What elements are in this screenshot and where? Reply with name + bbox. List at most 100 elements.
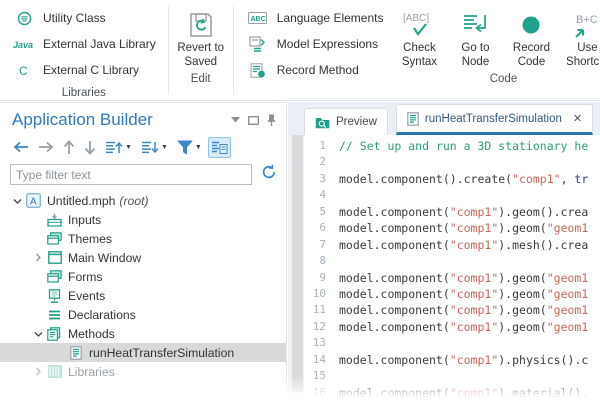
- arrow-down-button[interactable]: [81, 137, 99, 158]
- code-line: 8: [304, 253, 600, 269]
- tree-item-label: Untitled.mph: [47, 194, 115, 208]
- line-number: 6: [304, 220, 326, 236]
- line-number: 15: [304, 368, 326, 384]
- code-line: 3model.component().create("comp1", tr: [304, 171, 600, 187]
- chevron-expanded-icon[interactable]: [10, 197, 24, 205]
- button-label: Utility Class: [43, 11, 106, 25]
- button-label: Record Code: [503, 42, 559, 69]
- line-number: 5: [304, 204, 326, 220]
- tree-item-runheattransfersimulation[interactable]: runHeatTransferSimulation: [0, 343, 286, 362]
- button-label: External Java Library: [43, 37, 156, 51]
- check-syntax-button[interactable]: [ABC]Check Syntax: [391, 5, 447, 69]
- float-window-icon[interactable]: [248, 116, 259, 125]
- chevron-collapsed-icon[interactable]: [31, 367, 45, 376]
- go-to-node-button[interactable]: Go to Node: [447, 5, 503, 69]
- filter-input[interactable]: [10, 164, 252, 185]
- svg-text:Java: Java: [13, 40, 33, 50]
- tree-item-libraries[interactable]: Libraries: [0, 362, 286, 381]
- edit-group-label: Edit: [191, 73, 211, 85]
- methods-icon: [47, 327, 62, 341]
- line-number: 4: [304, 187, 326, 203]
- chevron-collapsed-icon[interactable]: [31, 253, 45, 262]
- tree-item-untitled-mph[interactable]: A Untitled.mph (root): [0, 191, 286, 210]
- record-code-button[interactable]: Record Code: [503, 5, 559, 69]
- code-token: model.component(: [339, 286, 450, 302]
- button-label: Language Elements: [277, 11, 384, 25]
- code-line: 4: [304, 187, 600, 203]
- content: Application Builder ▼▼▼ AUntitled.mph(ro…: [0, 102, 600, 400]
- editor-tab-bar: Preview runHeatTransferSimulation✕: [288, 102, 600, 135]
- close-icon[interactable]: ✕: [573, 112, 582, 125]
- method-doc-icon: [407, 112, 419, 126]
- button-label: Record Method: [277, 63, 359, 77]
- code-token: "comp1": [450, 319, 498, 335]
- record-method-button[interactable]: Record Method: [238, 57, 392, 83]
- chevron-expanded-icon[interactable]: [31, 330, 45, 338]
- code-token: model.component(: [339, 220, 450, 236]
- collapse-up-button[interactable]: ▼: [102, 137, 135, 158]
- language-elements-button[interactable]: ABCLanguage Elements: [238, 5, 392, 31]
- dropdown-caret-icon[interactable]: ▼: [161, 144, 168, 151]
- editor-scrollbar[interactable]: [288, 135, 304, 400]
- code-token: ).mesh().crea: [498, 237, 588, 253]
- tree-item-forms[interactable]: Forms: [0, 267, 286, 286]
- arrow-up-icon: [63, 140, 75, 155]
- java-icon: Java: [13, 38, 35, 50]
- model-expressions-button[interactable]: Model Expressions: [238, 31, 392, 57]
- panel-toolbar: ▼ ▼ ▼: [0, 131, 286, 161]
- code-token: ).material().: [498, 385, 588, 400]
- external-c-library-button[interactable]: CExternal C Library: [4, 57, 164, 83]
- filter-button[interactable]: ▼: [174, 137, 205, 158]
- method-doc-icon: [70, 346, 82, 360]
- tree-item-main-window[interactable]: Main Window: [0, 248, 286, 267]
- show-all-button[interactable]: [208, 137, 231, 158]
- tree-item-label: Inputs: [68, 213, 101, 227]
- filter-icon: [177, 140, 193, 155]
- arrow-up-button[interactable]: [60, 137, 78, 158]
- tree-item-events[interactable]: Events: [0, 286, 286, 305]
- utility-class-button[interactable]: Utility Class: [4, 5, 164, 31]
- tree-item-themes[interactable]: Themes: [0, 229, 286, 248]
- code-token: ).geom(: [498, 319, 546, 335]
- tree-item-label: Forms: [68, 270, 103, 284]
- button-label: Go to Node: [447, 42, 503, 69]
- dropdown-caret-icon[interactable]: ▼: [195, 144, 202, 151]
- line-number: 2: [304, 154, 326, 170]
- tab-runheattransfersimulation[interactable]: runHeatTransferSimulation✕: [396, 104, 593, 135]
- refresh-icon[interactable]: [261, 164, 277, 180]
- code-token: "geom1: [547, 319, 589, 335]
- line-number: 3: [304, 171, 326, 187]
- expand-down-button[interactable]: ▼: [138, 137, 171, 158]
- code-token: model.component(: [339, 385, 450, 400]
- tree-item-declarations[interactable]: Declarations: [0, 305, 286, 324]
- app-root-icon: A: [26, 193, 41, 208]
- tree-item-methods[interactable]: Methods: [0, 324, 286, 343]
- arrow-right-button[interactable]: [35, 138, 57, 156]
- code-token: model.component(: [339, 270, 450, 286]
- arrow-left-button[interactable]: [10, 138, 32, 156]
- editor-scrollbar-thumb[interactable]: [292, 135, 303, 392]
- tree-item-label: Main Window: [68, 251, 141, 265]
- dropdown-caret-icon[interactable]: ▼: [125, 144, 132, 151]
- code-token: ).geom().crea: [498, 204, 588, 220]
- tree-item-inputs[interactable]: Inputs: [0, 210, 286, 229]
- button-label: Revert to Saved: [173, 42, 229, 69]
- code-token: ).geom(: [498, 220, 546, 236]
- check-syntax-icon: [ABC]: [401, 11, 437, 39]
- code-token: ).geom(: [498, 302, 546, 318]
- pin-icon[interactable]: [267, 114, 276, 127]
- line-number: 12: [304, 319, 326, 335]
- tree-item-label: Events: [68, 289, 105, 303]
- tab-preview[interactable]: Preview: [304, 108, 388, 135]
- external-java-library-button[interactable]: Java External Java Library: [4, 31, 164, 57]
- main-window-icon: [48, 251, 62, 264]
- tree-item-suffix: (root): [119, 194, 148, 208]
- code-token: "comp1": [450, 385, 498, 400]
- code-editor[interactable]: 1// Set up and run a 3D stationary he23m…: [288, 135, 600, 400]
- code-token: "comp1": [512, 171, 560, 187]
- chevron-down-icon[interactable]: [231, 117, 240, 123]
- revert-to-saved-button[interactable]: Revert to Saved: [173, 5, 229, 69]
- record-code-icon: [520, 14, 542, 36]
- use-shortcut-button[interactable]: B+CUse Shortcut: [559, 5, 600, 69]
- model-tree: A Untitled.mph (root) Inputs Themes Main Wind…: [0, 191, 286, 381]
